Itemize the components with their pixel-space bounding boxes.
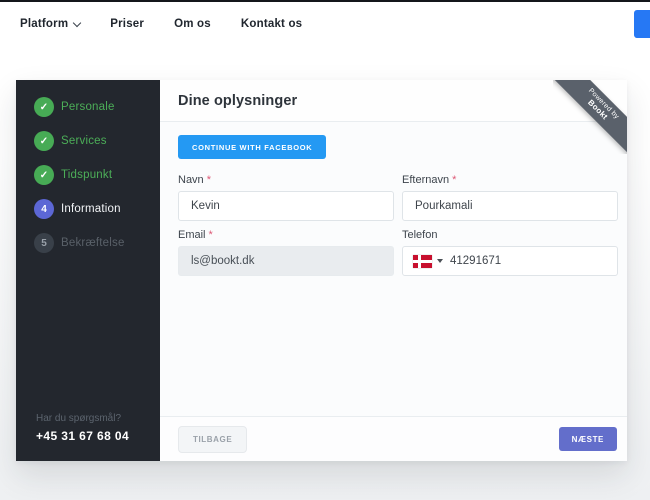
step-label: Personale — [61, 101, 115, 113]
email-field — [178, 246, 394, 276]
caret-down-icon — [437, 259, 443, 263]
denmark-flag-icon — [413, 254, 432, 268]
nav-item-om-os[interactable]: Om os — [174, 18, 211, 30]
step-services[interactable]: ✓ Services — [34, 131, 160, 151]
country-code-selector[interactable] — [413, 254, 443, 268]
form-grid: Navn* Efternavn* Email* Telefon — [178, 166, 618, 276]
help-question: Har du spørgsmål? — [36, 413, 122, 424]
chevron-down-icon — [73, 18, 82, 27]
booking-widget-card: ✓ Personale ✓ Services ✓ Tidspunkt 4 Inf… — [16, 80, 627, 461]
field-email: Email * — [178, 221, 394, 276]
nav-item-priser[interactable]: Priser — [110, 18, 144, 30]
step-number-badge: 4 — [34, 199, 54, 219]
first-name-label: Navn * — [178, 174, 211, 186]
nav-item-kontakt-os-label: Kontakt os — [240, 18, 303, 30]
clipped-cta-button[interactable] — [634, 10, 650, 38]
continue-with-facebook-button[interactable]: CONTINUE WITH FACEBOOK — [178, 135, 327, 159]
panel-footer: TILBAGE NÆSTE — [160, 416, 627, 461]
email-label: Email * — [178, 229, 213, 241]
step-information[interactable]: 4 Information — [34, 199, 160, 219]
last-name-input[interactable] — [402, 191, 618, 221]
field-phone: Telefon 41291671 — [402, 221, 618, 276]
step-bekraeftelse[interactable]: 5 Bekræftelse — [34, 233, 160, 253]
form-panel: Powered by Bookt Dine oplysninger CONTIN… — [160, 80, 627, 461]
step-label: Bekræftelse — [61, 237, 125, 249]
phone-number-value[interactable]: 41291671 — [450, 255, 501, 267]
required-asterisk: * — [452, 174, 457, 186]
required-asterisk: * — [206, 174, 211, 186]
phone-input[interactable]: 41291671 — [402, 246, 618, 276]
phone-label: Telefon — [402, 229, 438, 241]
nav-item-kontakt-os[interactable]: Kontakt os — [241, 18, 302, 30]
step-label: Tidspunkt — [61, 169, 113, 181]
nav-item-om-os-label: Om os — [174, 18, 211, 30]
nav-item-platform[interactable]: Platform — [20, 18, 82, 30]
nav-item-priser-label: Priser — [110, 18, 145, 30]
step-number-badge: 5 — [34, 233, 54, 253]
page-title: Dine oplysninger — [178, 92, 298, 109]
panel-body: CONTINUE WITH FACEBOOK Navn* Efternavn* … — [160, 122, 627, 416]
wizard-sidebar: ✓ Personale ✓ Services ✓ Tidspunkt 4 Inf… — [16, 80, 160, 461]
check-icon: ✓ — [34, 165, 54, 185]
next-button[interactable]: NÆSTE — [558, 427, 617, 451]
check-icon: ✓ — [34, 97, 54, 117]
nav-item-platform-label: Platform — [20, 18, 69, 30]
sidebar-help-block: Har du spørgsmål? +45 31 67 68 04 — [16, 413, 160, 461]
top-navigation: Platform Priser Om os Kontakt os — [0, 2, 650, 46]
step-personale[interactable]: ✓ Personale — [34, 97, 160, 117]
field-first-name: Navn * — [178, 166, 394, 221]
step-label: Information — [61, 203, 121, 215]
first-name-input[interactable] — [178, 191, 394, 221]
required-asterisk: * — [208, 229, 213, 241]
field-last-name: Efternavn * — [402, 166, 618, 221]
back-button[interactable]: TILBAGE — [178, 425, 248, 453]
help-phone-number: +45 31 67 68 04 — [36, 429, 130, 443]
panel-header: Dine oplysninger — [160, 80, 627, 122]
wizard-steps: ✓ Personale ✓ Services ✓ Tidspunkt 4 Inf… — [16, 80, 160, 267]
step-tidspunkt[interactable]: ✓ Tidspunkt — [34, 165, 160, 185]
last-name-label: Efternavn * — [402, 174, 457, 186]
step-label: Services — [61, 135, 107, 147]
check-icon: ✓ — [34, 131, 54, 151]
